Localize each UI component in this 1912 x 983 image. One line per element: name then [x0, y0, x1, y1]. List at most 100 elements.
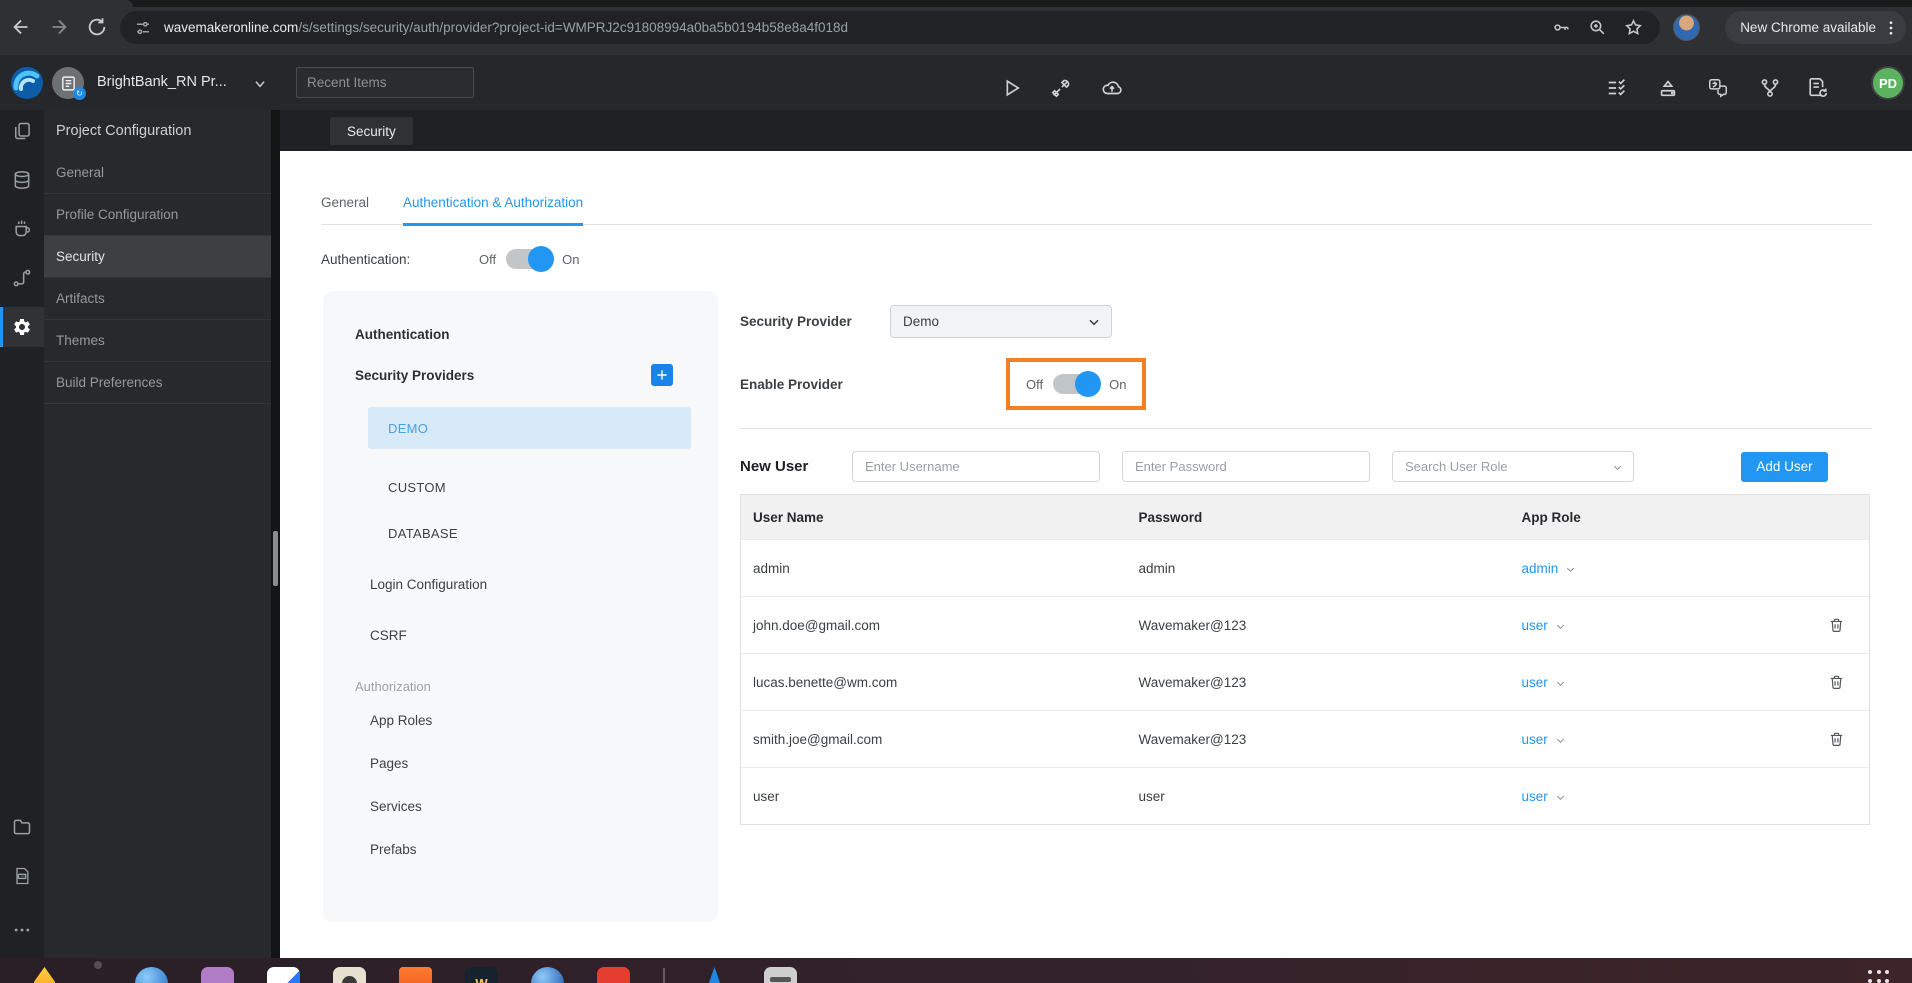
file-sync-icon[interactable] — [1807, 77, 1829, 99]
chrome-update-text: New Chrome available — [1740, 20, 1876, 35]
pages-icon[interactable] — [12, 121, 32, 141]
java-services-icon[interactable] — [12, 219, 32, 239]
services-link[interactable]: Services — [370, 799, 718, 814]
provider-item-demo[interactable]: DEMO — [368, 407, 691, 449]
menu-item-profile-configuration[interactable]: Profile Configuration — [44, 194, 271, 236]
taskbar-app-writer[interactable] — [267, 967, 300, 983]
menu-item-themes[interactable]: Themes — [44, 320, 271, 362]
project-name[interactable]: BrightBank_RN Pr... — [97, 74, 227, 90]
app-roles-link[interactable]: App Roles — [370, 713, 718, 728]
project-chevron-down-icon[interactable] — [253, 77, 267, 91]
browser-profile-avatar[interactable] — [1673, 14, 1700, 41]
taskbar-app-keyboard[interactable] — [764, 967, 797, 983]
user-role-select[interactable]: Search User Role — [1392, 451, 1634, 482]
provider-item-database[interactable]: DATABASE — [388, 526, 718, 541]
cell-username: smith.joe@gmail.com — [753, 731, 883, 747]
file-explorer-icon[interactable] — [12, 817, 32, 837]
scrollbar-thumb[interactable] — [273, 531, 278, 586]
url-bar[interactable]: wavemakeronline.com/s/settings/security/… — [120, 11, 1660, 44]
git-branch-icon[interactable] — [1759, 77, 1781, 99]
user-avatar[interactable]: PD — [1871, 66, 1905, 100]
checklist-icon[interactable] — [1606, 77, 1628, 99]
add-user-button[interactable]: Add User — [1741, 451, 1828, 482]
cell-password: admin — [1138, 560, 1176, 576]
provider-item-custom[interactable]: CUSTOM — [388, 480, 718, 495]
taskbar-app-red[interactable] — [597, 967, 630, 983]
taskbar-app-thunderbird[interactable] — [135, 967, 168, 983]
cloud-deploy-icon[interactable] — [1101, 77, 1123, 99]
taskbar-app-sail[interactable] — [702, 967, 727, 983]
role-chevron-icon[interactable] — [1555, 791, 1566, 802]
authentication-toggle[interactable] — [506, 246, 555, 272]
logs-icon[interactable]: LOG — [12, 866, 32, 886]
delete-user-icon[interactable] — [1828, 673, 1845, 691]
enable-provider-toggle[interactable] — [1053, 371, 1102, 397]
role-chevron-icon[interactable] — [1555, 620, 1566, 631]
translate-icon[interactable] — [1707, 77, 1729, 99]
col-app-role: App Role — [1521, 509, 1581, 525]
menu-item-general[interactable]: General — [44, 152, 271, 194]
zoom-icon[interactable] — [1588, 18, 1607, 37]
security-providers-label: Security Providers — [355, 367, 475, 383]
chrome-update-chip[interactable]: New Chrome available — [1725, 11, 1906, 44]
delete-user-icon[interactable] — [1828, 730, 1845, 748]
role-chevron-icon[interactable] — [1555, 677, 1566, 688]
taskbar-app-files[interactable] — [201, 967, 234, 983]
role-dropdown[interactable]: user — [1521, 732, 1547, 747]
security-page-chip[interactable]: Security — [330, 117, 413, 145]
password-key-icon[interactable] — [1552, 18, 1571, 37]
apis-icon[interactable] — [12, 268, 32, 288]
section-authorization: Authorization — [355, 679, 431, 694]
taskbar-app-camera[interactable] — [333, 967, 366, 983]
publish-icon[interactable] — [1657, 77, 1679, 99]
taskbar-app-wps[interactable]: W — [465, 967, 498, 983]
wavemaker-logo-icon[interactable] — [10, 66, 44, 100]
login-configuration-link[interactable]: Login Configuration — [370, 577, 718, 592]
taskbar-app-flame[interactable] — [33, 967, 56, 983]
role-dropdown[interactable]: user — [1521, 789, 1547, 804]
taskbar-app-software[interactable] — [399, 967, 432, 983]
provider-detail-column: Security Provider Demo Enable Provider O… — [718, 291, 1912, 825]
security-columns: Authentication Security Providers DEMO C… — [323, 291, 1912, 922]
pages-link[interactable]: Pages — [370, 756, 718, 771]
cell-password: Wavemaker@123 — [1138, 674, 1247, 690]
site-settings-icon[interactable] — [134, 19, 152, 37]
menu-item-security[interactable]: Security — [44, 236, 271, 278]
prefabs-link[interactable]: Prefabs — [370, 842, 718, 857]
bookmark-star-icon[interactable] — [1624, 18, 1643, 37]
taskbar-app-chrome-active[interactable] — [94, 961, 102, 969]
role-chevron-icon[interactable] — [1555, 734, 1566, 745]
role-dropdown[interactable]: user — [1521, 675, 1547, 690]
add-provider-button[interactable] — [651, 364, 673, 386]
password-input[interactable] — [1122, 451, 1370, 482]
recent-items-input[interactable] — [296, 67, 474, 98]
build-tools-icon[interactable] — [1050, 77, 1072, 99]
enable-provider-label: Enable Provider — [740, 376, 843, 392]
delete-user-icon[interactable] — [1828, 616, 1845, 634]
menu-item-artifacts[interactable]: Artifacts — [44, 278, 271, 320]
taskbar-app-browser[interactable] — [531, 967, 564, 983]
forward-icon[interactable] — [48, 16, 70, 38]
username-input[interactable] — [852, 451, 1100, 482]
settings-gear-icon[interactable] — [12, 317, 32, 337]
project-avatar[interactable]: ↻ — [52, 67, 86, 100]
browser-menu-icon[interactable] — [1882, 19, 1900, 37]
database-icon[interactable] — [12, 170, 32, 190]
enable-on-label: On — [1109, 376, 1127, 392]
tab-authentication-authorization[interactable]: Authentication & Authorization — [403, 195, 584, 226]
back-icon[interactable] — [10, 16, 32, 38]
security-provider-select[interactable]: Demo — [890, 305, 1112, 338]
run-play-icon[interactable] — [1000, 77, 1022, 99]
security-provider-value: Demo — [903, 314, 940, 329]
reload-icon[interactable] — [86, 16, 108, 38]
csrf-link[interactable]: CSRF — [370, 628, 718, 643]
role-chevron-icon[interactable] — [1565, 563, 1576, 574]
role-dropdown[interactable]: user — [1521, 618, 1547, 633]
user-role-placeholder: Search User Role — [1405, 459, 1508, 474]
show-applications-icon[interactable] — [1868, 970, 1890, 983]
tab-general[interactable]: General — [321, 195, 369, 224]
menu-item-build-preferences[interactable]: Build Preferences — [44, 362, 271, 404]
role-dropdown[interactable]: admin — [1521, 561, 1558, 576]
col-password: Password — [1138, 509, 1203, 525]
more-options-icon[interactable] — [12, 920, 32, 940]
